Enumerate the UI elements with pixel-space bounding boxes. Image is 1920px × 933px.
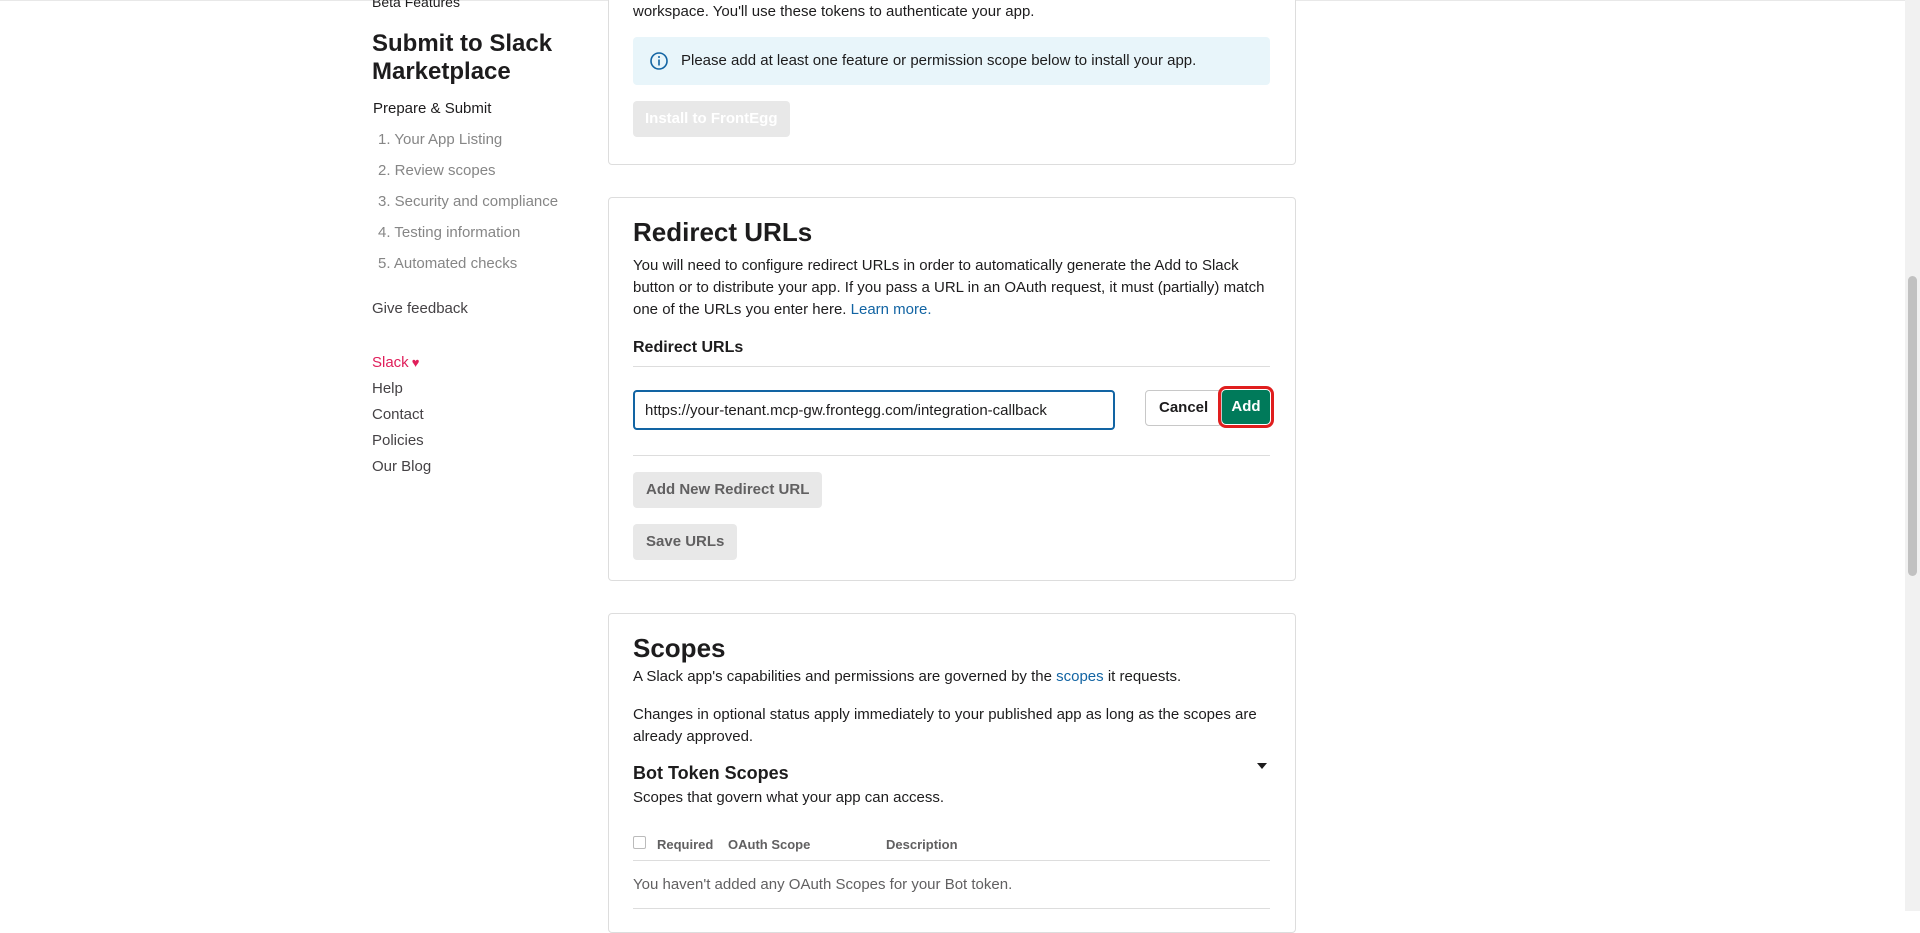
column-required: Required [657, 837, 714, 852]
add-button[interactable]: Add [1222, 390, 1270, 424]
column-description: Description [886, 837, 958, 852]
install-to-workspace-button[interactable]: Install to FrontEgg [633, 101, 790, 137]
scopes-link[interactable]: scopes [1056, 668, 1104, 685]
add-new-redirect-url-button[interactable]: Add New Redirect URL [633, 472, 823, 508]
footer-blog-link[interactable]: Our Blog [372, 458, 431, 484]
optional-status-note: Changes in optional status apply immedia… [633, 706, 1257, 745]
sidebar-footer: Slack ♥ Help Contact Policies Our Blog [372, 354, 431, 484]
heart-icon: ♥ [411, 355, 420, 370]
required-checkbox[interactable] [633, 836, 646, 849]
learn-more-link[interactable]: Learn more. [851, 301, 932, 318]
divider [633, 908, 1270, 909]
info-banner-text: Please add at least one feature or permi… [681, 52, 1197, 69]
redirect-urls-description-text: You will need to configure redirect URLs… [633, 257, 1265, 318]
sidebar-heading: Submit to Slack Marketplace [372, 30, 553, 85]
footer-contact-link[interactable]: Contact [372, 406, 431, 432]
info-banner: Please add at least one feature or permi… [633, 37, 1270, 85]
scopes-description-prefix: A Slack app's capabilities and permissio… [633, 668, 1052, 685]
sidebar-step-security[interactable]: 3. Security and compliance [378, 193, 558, 224]
redirect-urls-description: You will need to configure redirect URLs… [633, 255, 1270, 321]
footer-help-link[interactable]: Help [372, 380, 431, 406]
scopes-card: Scopes A Slack app's capabilities and pe… [608, 613, 1296, 933]
scopes-description-suffix: it requests. [1107, 668, 1182, 685]
cancel-button[interactable]: Cancel [1145, 390, 1223, 426]
redirect-urls-label: Redirect URLs [633, 339, 744, 356]
give-feedback-link[interactable]: Give feedback [372, 300, 468, 317]
footer-policies-link[interactable]: Policies [372, 432, 431, 458]
column-oauth-scope: OAuth Scope [728, 837, 811, 852]
scrollbar-thumb[interactable] [1908, 276, 1917, 576]
sidebar-steps: 1. Your App Listing 2. Review scopes 3. … [378, 131, 558, 286]
sidebar-step-app-listing[interactable]: 1. Your App Listing [378, 131, 558, 162]
oauth-intro-text: workspace. You'll use these tokens to au… [633, 3, 1035, 20]
caret-down-icon[interactable] [1257, 763, 1267, 769]
divider [633, 366, 1270, 367]
sidebar-step-automated-checks[interactable]: 5. Automated checks [378, 255, 558, 286]
divider [633, 455, 1270, 456]
info-icon [650, 52, 668, 70]
redirect-urls-card: Redirect URLs You will need to configure… [608, 197, 1296, 581]
scopes-description: A Slack app's capabilities and permissio… [633, 666, 1270, 688]
footer-slack-link[interactable]: Slack ♥ [372, 354, 431, 380]
save-urls-button[interactable]: Save URLs [633, 524, 738, 560]
oauth-tokens-card: workspace. You'll use these tokens to au… [608, 0, 1296, 165]
empty-scopes-message: You haven't added any OAuth Scopes for y… [633, 876, 1013, 893]
sidebar-subheading: Prepare & Submit [373, 100, 492, 117]
bot-token-scopes-title: Bot Token Scopes [633, 763, 789, 783]
bot-token-scopes-description: Scopes that govern what your app can acc… [633, 789, 945, 806]
sidebar-step-testing[interactable]: 4. Testing information [378, 224, 558, 255]
scopes-title: Scopes [633, 633, 726, 663]
footer-slack-label: Slack [372, 354, 409, 371]
sidebar-item-beta-features[interactable]: Beta Features [372, 0, 460, 10]
divider [633, 860, 1270, 861]
redirect-url-input[interactable] [633, 390, 1115, 430]
sidebar-step-review-scopes[interactable]: 2. Review scopes [378, 162, 558, 193]
redirect-urls-title: Redirect URLs [633, 217, 813, 247]
